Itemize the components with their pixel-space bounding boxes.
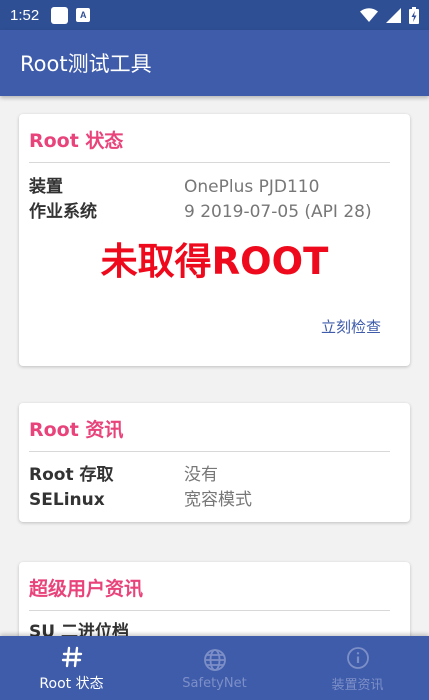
root-status-card: Root 状态 装置 OnePlus PJD110 作业系统 9 2019-07…	[19, 114, 410, 366]
device-value: OnePlus PJD110	[184, 177, 320, 197]
info-icon	[346, 644, 370, 672]
os-value: 9 2019-07-05 (API 28)	[184, 202, 372, 222]
root-info-title: Root 资讯	[29, 418, 124, 441]
root-access-label: Root 存取	[29, 465, 114, 485]
nav-device-info[interactable]: 装置资讯	[286, 636, 429, 700]
bottom-navigation: Root 状态 SafetyNet 装置资讯	[0, 636, 429, 700]
app-title: Root测试工具	[20, 52, 152, 76]
device-label: 装置	[29, 177, 63, 197]
os-label: 作业系统	[29, 202, 97, 222]
nav-safetynet[interactable]: SafetyNet	[143, 636, 286, 700]
su-info-title: 超级用户资讯	[29, 577, 144, 600]
hash-icon	[60, 643, 84, 671]
notification-a-icon: A	[76, 8, 91, 22]
status-time: 1:52	[10, 6, 40, 24]
root-access-value: 没有	[184, 465, 218, 485]
signal-icon	[386, 7, 401, 23]
selinux-value: 宽容模式	[184, 490, 252, 510]
root-access-row: Root 存取 没有	[29, 463, 400, 488]
status-right-icons	[360, 6, 419, 24]
wifi-icon	[360, 8, 378, 22]
notification-app-icon	[51, 6, 69, 24]
device-row: 装置 OnePlus PJD110	[29, 175, 400, 200]
globe-icon	[203, 646, 227, 674]
card-divider	[29, 451, 390, 452]
battery-icon	[409, 6, 419, 24]
root-info-card: Root 资讯 Root 存取 没有 SELinux 宽容模式	[19, 403, 410, 522]
app-bar: Root测试工具	[0, 30, 429, 96]
selinux-row: SELinux 宽容模式	[29, 488, 400, 513]
nav-safetynet-label: SafetyNet	[182, 675, 247, 691]
nav-root-status-label: Root 状态	[39, 676, 104, 692]
check-now-button[interactable]: 立刻检查	[321, 316, 381, 337]
card-divider	[29, 610, 390, 611]
root-status-title: Root 状态	[29, 129, 124, 152]
nav-root-status[interactable]: Root 状态	[0, 636, 143, 700]
status-bar: 1:52 A	[0, 0, 429, 30]
selinux-label: SELinux	[29, 490, 105, 510]
os-row: 作业系统 9 2019-07-05 (API 28)	[29, 200, 400, 225]
nav-device-info-label: 装置资讯	[331, 677, 384, 693]
root-status-text: 未取得ROOT	[100, 240, 329, 283]
card-divider	[29, 162, 390, 163]
